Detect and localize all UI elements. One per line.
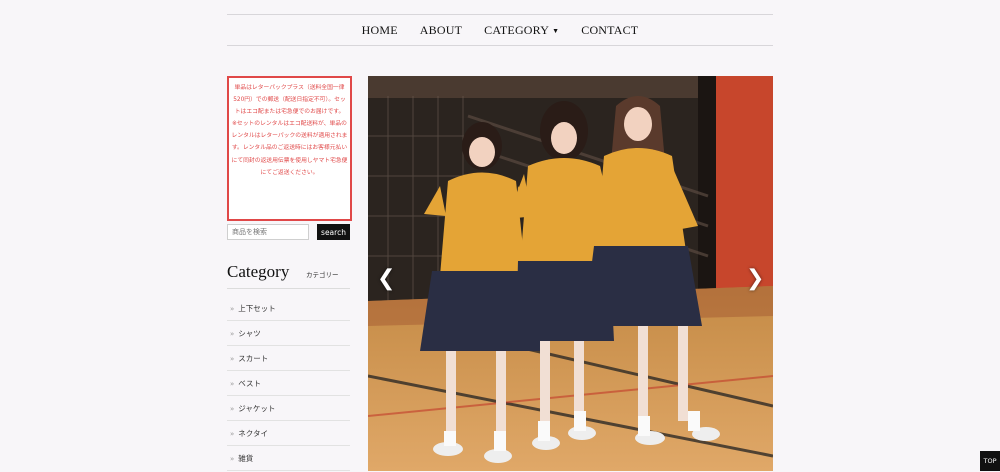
bullet-icon: » [230, 354, 235, 363]
category-item[interactable]: » ネクタイ [227, 422, 350, 446]
category-title: Category [227, 262, 290, 281]
slider-next-arrow-icon[interactable]: ❯ [746, 266, 764, 291]
back-to-top-button[interactable]: TOP [980, 451, 1000, 471]
nav-category-label: CATEGORY [484, 22, 550, 37]
category-item-label: ベスト [238, 379, 261, 388]
nav-about[interactable]: ABOUT [420, 23, 462, 38]
caret-down-icon: ▼ [552, 26, 560, 35]
nav-contact[interactable]: CONTACT [581, 23, 638, 38]
photo-three-students-in-uniform [368, 76, 773, 471]
bullet-icon: » [230, 429, 235, 438]
category-header: Category カテゴリー [227, 262, 350, 289]
category-item-label: シャツ [238, 329, 261, 338]
shipping-notice: 単品はレターパックプラス（送料全国一律520円）での郵送（配送日指定不可）。セッ… [227, 76, 352, 221]
hero-slider-image[interactable] [368, 76, 773, 471]
category-item[interactable]: » 雑貨 [227, 447, 350, 471]
search-button[interactable]: search [317, 224, 350, 240]
category-item[interactable]: » ベスト [227, 372, 350, 396]
bullet-icon: » [230, 329, 235, 338]
category-item-label: 上下セット [238, 304, 276, 313]
bullet-icon: » [230, 379, 235, 388]
category-item[interactable]: » ジャケット [227, 397, 350, 421]
category-item[interactable]: » シャツ [227, 322, 350, 346]
notice-paragraph-2: ※セットのレンタルはエコ配送料が、単品のレンタルはレターパックの送料が適用されま… [231, 121, 348, 176]
category-item-label: ネクタイ [238, 429, 268, 438]
nav-home[interactable]: HOME [362, 23, 398, 38]
slider-prev-arrow-icon[interactable]: ❮ [377, 266, 395, 291]
bullet-icon: » [230, 304, 235, 313]
search-input[interactable] [227, 224, 309, 240]
category-item[interactable]: » 上下セット [227, 297, 350, 321]
notice-paragraph-1: 単品はレターパックプラス（送料全国一律520円）での郵送（配送日指定不可）。セッ… [233, 85, 346, 116]
bullet-icon: » [230, 454, 235, 463]
category-item[interactable]: » スカート [227, 347, 350, 371]
category-item-label: スカート [238, 354, 269, 363]
category-subtitle: カテゴリー [306, 271, 339, 279]
category-list: » 上下セット » シャツ » スカート » ベスト » ジャケット » ネクタイ » 雑貨 [227, 297, 350, 472]
nav-category[interactable]: CATEGORY ▼ [484, 23, 559, 38]
category-item-label: 雑貨 [238, 454, 254, 463]
bullet-icon: » [230, 404, 235, 413]
top-navigation: HOME ABOUT CATEGORY ▼ CONTACT [227, 14, 773, 46]
category-item-label: ジャケット [238, 404, 276, 413]
